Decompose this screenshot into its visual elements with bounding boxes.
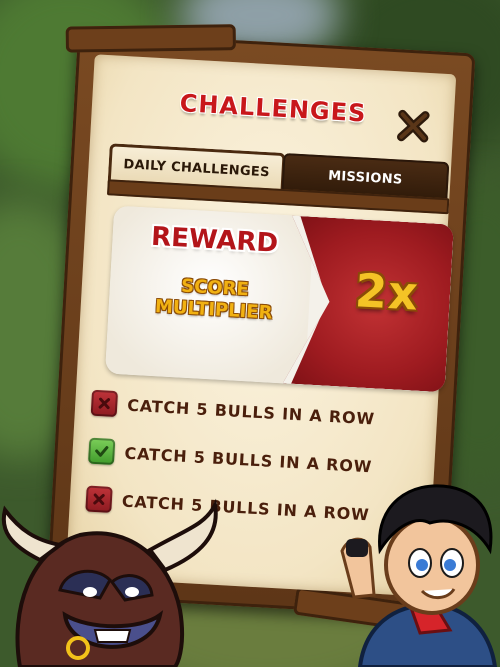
multiplier-value: 2x <box>353 263 421 321</box>
challenge-text: CATCH 5 BULLS IN A ROW <box>126 395 376 428</box>
challenge-text: CATCH 5 BULLS IN A ROW <box>124 443 373 476</box>
reward-description: SCORE MULTIPLIER <box>118 272 310 327</box>
challenge-status-complete <box>87 437 116 466</box>
bull-character <box>1 498 218 667</box>
boy-character <box>340 484 498 667</box>
reward-info: REWARD SCORE MULTIPLIER <box>105 205 315 385</box>
reward-panel: REWARD SCORE MULTIPLIER 2x <box>105 205 454 393</box>
reward-title: REWARD <box>150 221 279 259</box>
close-x-icon <box>397 109 430 143</box>
x-mark-icon <box>98 397 111 410</box>
challenge-status-incomplete <box>90 389 119 418</box>
checkmark-icon <box>95 446 109 457</box>
close-button[interactable] <box>392 105 434 147</box>
